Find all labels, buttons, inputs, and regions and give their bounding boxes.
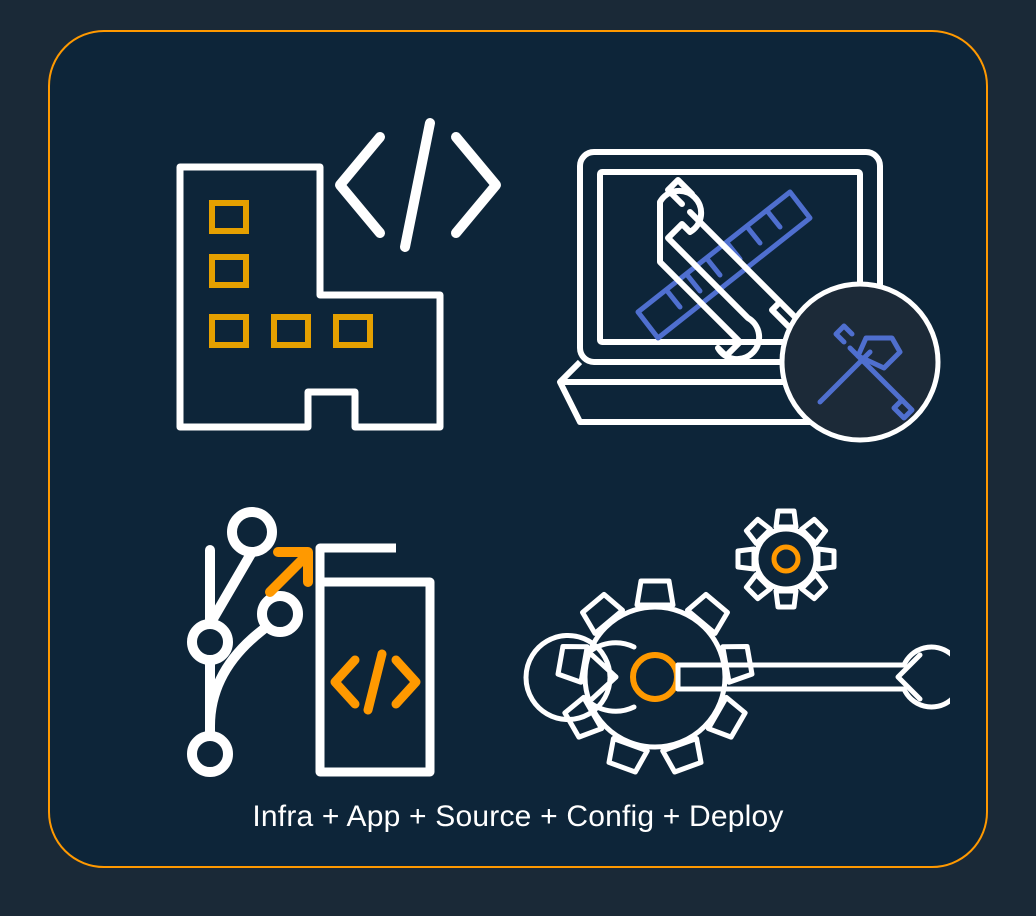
diagram-panel: Infra + App + Source + Config + Deploy (48, 30, 988, 868)
source-branch-icon (150, 502, 470, 802)
diagram-caption: Infra + App + Source + Config + Deploy (50, 800, 986, 834)
gears-wrench-icon (490, 487, 950, 807)
building-code-icon (140, 117, 520, 447)
laptop-tools-icon (510, 132, 950, 462)
